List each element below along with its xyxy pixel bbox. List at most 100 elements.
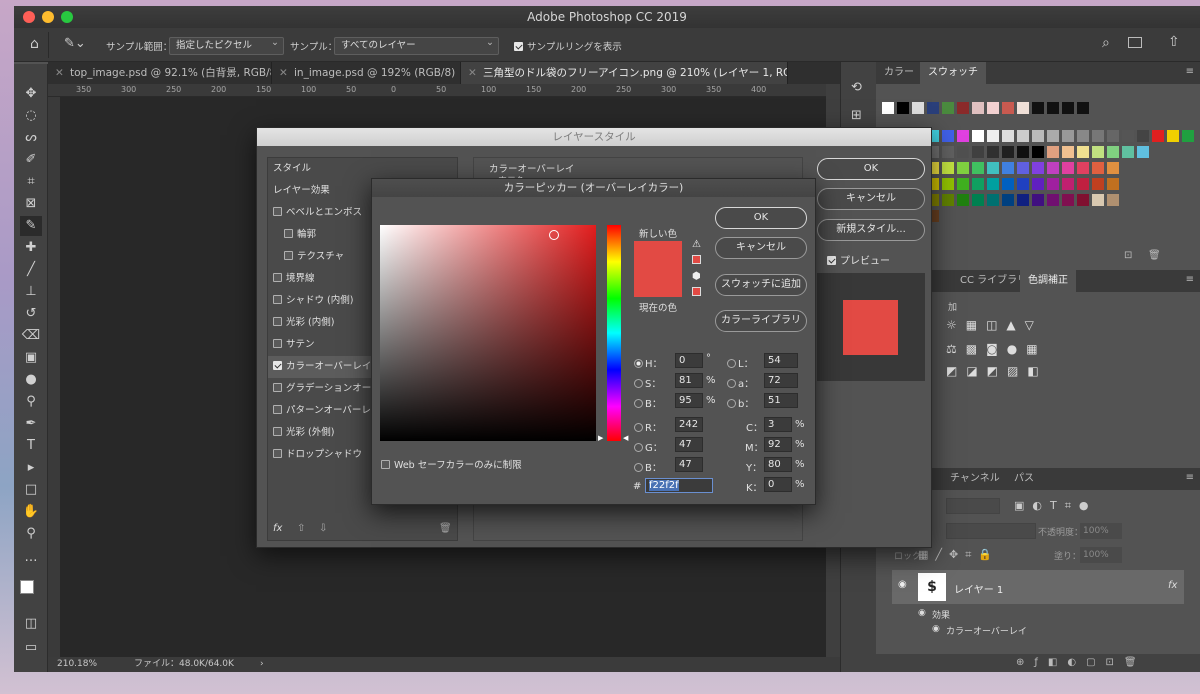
doc-tab[interactable]: ✕ in_image.psd @ 192% (RGB/8) [272,62,461,84]
quick-selection-tool-icon[interactable]: ✐ [20,150,42,170]
swatch[interactable] [1002,146,1014,158]
effects-eye-icon[interactable]: ◉ [918,608,926,618]
history-panel-icon[interactable]: ⟲ [851,80,862,95]
swatch[interactable] [1152,130,1164,142]
checkbox-unchecked[interactable] [273,339,282,348]
trash-icon[interactable]: 🗑 [1148,250,1161,261]
s-field[interactable]: 81 [675,373,703,388]
add-to-swatches-button[interactable]: スウォッチに追加 [715,274,807,296]
adjustment-icons-row1[interactable]: ☼▦◫▲▽ [946,318,1066,332]
fill-field[interactable]: 100% [1080,547,1122,563]
tab-paths[interactable]: パス [1006,468,1042,490]
swatch[interactable] [1032,130,1044,142]
swatch[interactable] [1062,178,1074,190]
brush-tool-icon[interactable]: ╱ [20,260,42,280]
panel-menu-icon[interactable]: ≡ [1186,274,1194,285]
checkbox-unchecked[interactable] [273,405,282,414]
blur-tool-icon[interactable]: ● [20,370,42,390]
r-radio[interactable]: R： [634,419,662,434]
swatch[interactable] [957,194,969,206]
minimize-window-button[interactable] [42,11,54,23]
swatch[interactable] [987,178,999,190]
swatch[interactable] [1062,130,1074,142]
swatch[interactable] [1077,178,1089,190]
pen-tool-icon[interactable]: ✒ [20,414,42,434]
g-field[interactable]: 47 [675,437,703,452]
hue-slider-left-handle[interactable]: ▶ [598,434,603,442]
swatch[interactable] [1092,194,1104,206]
effect-eye-icon[interactable]: ◉ [932,624,940,634]
y-field[interactable]: 80 [764,457,792,472]
crop-tool-icon[interactable]: ⌗ [20,172,42,192]
close-tab-icon[interactable]: ✕ [55,62,64,84]
swatch[interactable] [1017,162,1029,174]
sample-select[interactable]: すべてのレイヤー [334,35,499,55]
checkbox-unchecked[interactable] [273,273,282,282]
clone-stamp-tool-icon[interactable]: ⊥ [20,282,42,302]
swatch[interactable] [1032,146,1044,158]
h-field[interactable]: 0 [675,353,703,368]
zoom-level[interactable]: 210.18% [57,657,97,672]
layers-footer-icons[interactable]: ⊕ƒ◧◐▢⊡🗑 [876,654,1200,672]
swatch[interactable] [1047,194,1059,206]
swatch[interactable] [1092,162,1104,174]
close-window-button[interactable] [23,11,35,23]
properties-panel-icon[interactable]: ⊞ [851,108,862,123]
swatch[interactable] [1122,130,1134,142]
lasso-tool-icon[interactable]: ᔕ [20,128,42,148]
s-radio[interactable]: S： [634,375,661,390]
more-tools-icon[interactable]: … [20,548,42,568]
swatch[interactable] [1032,162,1044,174]
foreground-color-swatch[interactable] [20,580,34,594]
swatch[interactable] [987,102,999,114]
color-libraries-button[interactable]: カラーライブラリ [715,310,807,332]
sample-size-select[interactable]: 指定したピクセル [169,35,284,55]
a-radio[interactable]: a： [727,375,754,390]
close-tab-icon[interactable]: ✕ [468,62,477,84]
healing-brush-tool-icon[interactable]: ✚ [20,238,42,258]
tab-swatches[interactable]: スウォッチ [920,62,986,84]
out-of-gamut-warning-icon[interactable]: ⚠ [692,239,701,250]
path-selection-tool-icon[interactable]: ▸ [20,458,42,478]
swatch[interactable] [1137,146,1149,158]
checkbox-unchecked[interactable] [273,317,282,326]
swatch[interactable] [1107,194,1119,206]
checkbox-unchecked[interactable] [273,295,282,304]
fx-badge[interactable]: fx [1168,580,1177,591]
move-tool-icon[interactable]: ✥ [20,84,42,104]
checkbox-unchecked[interactable] [273,449,282,458]
swatch[interactable] [1047,146,1059,158]
swatch[interactable] [942,178,954,190]
frame-tool-icon[interactable]: ⊠ [20,194,42,214]
tab-channels[interactable]: チャンネル [942,468,1008,490]
ok-button[interactable]: OK [715,207,807,229]
b-radio[interactable]: B： [634,395,662,410]
web-safe-checkbox[interactable]: Web セーフカラーのみに制限 [381,457,522,471]
swatch[interactable] [1062,102,1074,114]
b-field[interactable]: 95 [675,393,703,408]
swatch[interactable] [1017,102,1029,114]
style-list-item[interactable]: スタイル [268,158,457,180]
dodge-tool-icon[interactable]: ⚲ [20,392,42,412]
swatch[interactable] [1077,146,1089,158]
layer-name[interactable]: レイヤー 1 [954,581,1003,596]
swatch[interactable] [957,130,969,142]
swatch[interactable] [942,162,954,174]
swatch[interactable] [1032,178,1044,190]
cancel-button[interactable]: キャンセル [817,188,925,210]
swatch[interactable] [987,130,999,142]
swatch[interactable] [987,162,999,174]
swatch[interactable] [882,102,894,114]
swatch[interactable] [1002,178,1014,190]
hand-tool-icon[interactable]: ✋ [20,502,42,522]
swatch[interactable] [1017,146,1029,158]
tab-adjustments[interactable]: 色調補正 [1020,270,1076,292]
screen-mode-icon[interactable]: ▭ [20,638,42,658]
opacity-field[interactable]: 100% [1080,523,1122,539]
layer-row[interactable]: ◉ $ レイヤー 1 fx [892,570,1184,604]
swatch[interactable] [942,194,954,206]
swatch[interactable] [972,162,984,174]
hex-field[interactable]: f22f2f [645,478,713,493]
swatch[interactable] [1062,194,1074,206]
checkbox-unchecked[interactable] [273,427,282,436]
